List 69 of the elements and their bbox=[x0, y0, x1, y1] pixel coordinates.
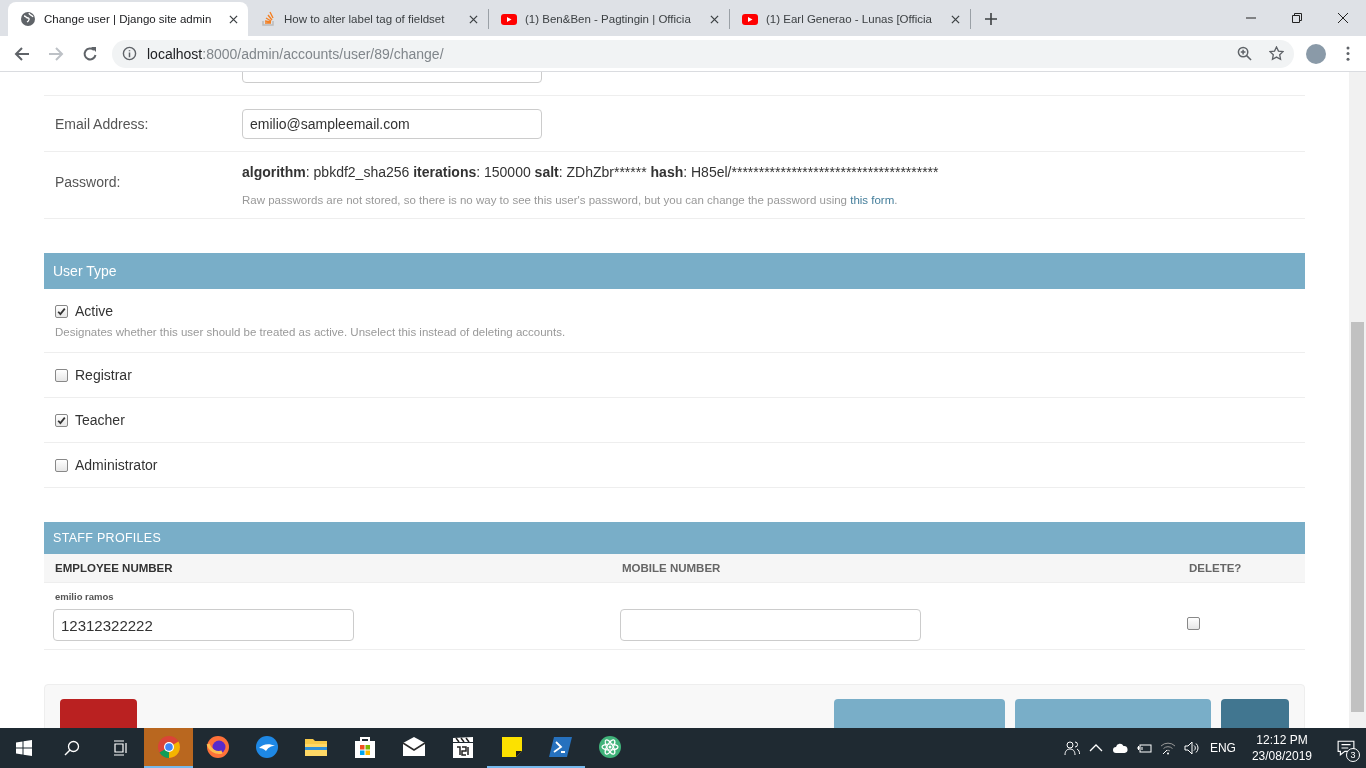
employee-number-field[interactable]: 12312322222 bbox=[53, 609, 354, 641]
speech-bubble-icon bbox=[1337, 739, 1355, 757]
clapperboard-icon bbox=[450, 735, 475, 759]
tab-title: (1) Ben&Ben - Pagtingin | Officia bbox=[525, 13, 692, 25]
close-icon[interactable] bbox=[951, 14, 960, 24]
close-icon[interactable] bbox=[229, 14, 238, 24]
url-text: localhost:8000/admin/accounts/user/89/change/ bbox=[147, 45, 445, 62]
globe-icon bbox=[20, 11, 36, 27]
clock[interactable]: 12:12 PM 23/08/2019 bbox=[1251, 732, 1312, 764]
shopping-bag-icon bbox=[352, 735, 377, 759]
menu-icon[interactable] bbox=[1346, 46, 1350, 61]
profile-avatar[interactable] bbox=[1306, 43, 1326, 64]
checkbox-label: Teacher bbox=[75, 412, 125, 428]
column-header: MOBILE NUMBER bbox=[622, 562, 722, 574]
help-text: Raw passwords are not stored, so there is no way to see this user's password, but you can change the password using this form. bbox=[242, 194, 899, 206]
close-icon[interactable] bbox=[710, 14, 719, 24]
checkbox-label: Administrator bbox=[75, 457, 158, 473]
inline-object-name: emilio ramos bbox=[55, 591, 115, 602]
inline-group-header: STAFF PROFILES bbox=[44, 522, 1305, 554]
time-text: 12:12 PM bbox=[1256, 732, 1308, 748]
tab-title: (1) Earl Generao - Lunas [Officia bbox=[766, 13, 933, 25]
wifi-icon[interactable] bbox=[1159, 740, 1176, 756]
tab-title: Change user | Django site admin bbox=[44, 13, 213, 25]
atom-icon bbox=[597, 735, 622, 759]
chrome-icon bbox=[156, 735, 181, 759]
envelope-icon bbox=[401, 735, 426, 759]
sticky-note-icon bbox=[499, 735, 524, 759]
mobile-number-field[interactable] bbox=[620, 609, 921, 641]
checkbox[interactable] bbox=[55, 413, 68, 427]
back-icon[interactable] bbox=[14, 45, 30, 62]
star-icon[interactable] bbox=[1269, 46, 1284, 61]
password-hash-text: algorithm: pbkdf2_sha256 iterations: 150000 salt: ZDhZbr****** hash: H85el/************************************** bbox=[242, 164, 939, 180]
notification-center-button[interactable]: 3 bbox=[1326, 728, 1366, 768]
volume-icon[interactable] bbox=[1183, 740, 1200, 756]
column-header: DELETE? bbox=[1189, 562, 1243, 574]
terminal-icon bbox=[548, 735, 573, 759]
field-label: Email Address: bbox=[55, 115, 150, 132]
checkbox[interactable] bbox=[55, 458, 68, 472]
scrollbar[interactable] bbox=[1349, 72, 1366, 728]
language-indicator[interactable]: ENG bbox=[1209, 741, 1236, 755]
new-tab-icon[interactable] bbox=[985, 13, 997, 25]
browser-tab[interactable]: (1) Earl Generao - Lunas [Officia bbox=[730, 2, 970, 36]
browser-tab[interactable]: Change user | Django site admin bbox=[8, 2, 248, 36]
people-icon[interactable] bbox=[1063, 740, 1080, 756]
fox-globe-icon bbox=[205, 735, 230, 759]
address-bar[interactable]: localhost:8000/admin/accounts/user/89/change/ bbox=[112, 39, 1294, 68]
delete-checkbox[interactable] bbox=[1187, 617, 1200, 630]
play-icon bbox=[742, 11, 758, 27]
checkbox-label: Active bbox=[75, 303, 114, 319]
notification-count: 3 bbox=[1346, 748, 1360, 762]
column-header: EMPLOYEE NUMBER bbox=[55, 562, 174, 574]
zoom-icon[interactable] bbox=[1237, 46, 1252, 61]
close-icon[interactable] bbox=[469, 14, 478, 24]
date-text: 23/08/2019 bbox=[1251, 748, 1312, 764]
browser-tab[interactable]: (1) Ben&Ben - Pagtingin | Officia bbox=[489, 2, 729, 36]
checkbox-label: Registrar bbox=[75, 367, 132, 383]
field-label: Password: bbox=[55, 174, 122, 190]
browser-tab[interactable]: How to alter label tag of fieldset bbox=[248, 2, 488, 36]
help-text: Designates whether this user should be treated as active. Unselect this instead of deleting accounts. bbox=[55, 326, 567, 338]
text-field[interactable]: emilio@sampleemail.com bbox=[242, 108, 542, 139]
checkbox[interactable] bbox=[55, 368, 68, 382]
play-icon bbox=[501, 11, 517, 27]
bird-icon bbox=[254, 735, 279, 759]
reload-icon[interactable] bbox=[82, 45, 98, 62]
fieldset-header: User Type bbox=[44, 253, 1305, 289]
info-icon bbox=[122, 46, 137, 61]
tab-title: How to alter label tag of fieldset bbox=[284, 13, 446, 25]
checkbox[interactable] bbox=[55, 304, 68, 318]
stack-icon bbox=[260, 11, 276, 27]
